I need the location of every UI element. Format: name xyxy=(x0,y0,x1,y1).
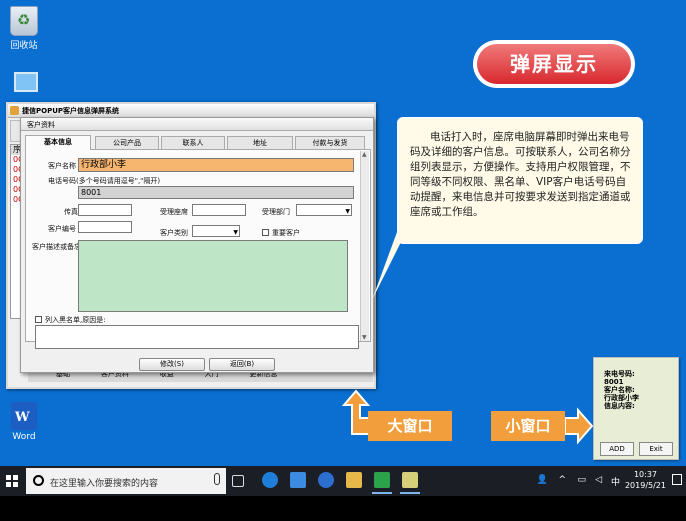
tab-basic-info[interactable]: 基本信息 xyxy=(25,135,91,150)
small-popup-window: 来电号码: 8001 客户名称: 行政部小李 信息内容: ADD Exit xyxy=(593,357,679,460)
screen-bezel xyxy=(0,496,686,521)
add-button[interactable]: ADD xyxy=(600,442,634,456)
windows-start-icon[interactable] xyxy=(6,475,18,487)
small-window-label: 小窗口 xyxy=(491,411,565,441)
clock[interactable]: 10:37 2019/5/21 xyxy=(625,469,666,491)
microphone-icon[interactable] xyxy=(214,473,220,485)
file-explorer-icon[interactable] xyxy=(346,472,362,488)
pointer-arrows xyxy=(341,389,594,445)
caller-number-value: 8001 xyxy=(604,378,624,386)
phone-app-icon[interactable] xyxy=(372,472,392,494)
small-window-info: 来电号码: 8001 客户名称: 行政部小李 信息内容: xyxy=(604,370,639,410)
clock-time: 10:37 xyxy=(633,470,658,479)
edge-icon[interactable] xyxy=(262,472,278,488)
store-icon[interactable] xyxy=(290,472,306,488)
chevron-up-icon[interactable]: ^ xyxy=(558,475,566,485)
info-content-label: 信息内容: xyxy=(604,402,635,410)
taskbar: 在这里输入你要搜索的内容 👤 ^ ▭ ◁ 中 10:37 2019/5/21 xyxy=(0,466,686,496)
task-view-icon[interactable] xyxy=(232,475,244,487)
exit-button[interactable]: Exit xyxy=(639,442,673,456)
arrow-right-icon xyxy=(564,407,594,445)
cortana-icon[interactable] xyxy=(33,475,44,486)
search-placeholder: 在这里输入你要搜索的内容 xyxy=(50,479,159,489)
network-icon[interactable]: ▭ xyxy=(577,475,586,485)
browser-icon[interactable] xyxy=(318,472,334,488)
volume-icon[interactable]: ◁ xyxy=(595,475,602,485)
caller-number-label: 来电号码: xyxy=(604,370,635,378)
notification-icon[interactable] xyxy=(672,474,682,485)
clock-date: 2019/5/21 xyxy=(624,481,666,490)
customer-name-value: 行政部小李 xyxy=(604,394,639,402)
taskbar-search[interactable]: 在这里输入你要搜索的内容 xyxy=(26,468,226,494)
ime-indicator[interactable]: 中 xyxy=(611,475,620,488)
big-window-label: 大窗口 xyxy=(368,411,452,441)
people-icon[interactable]: 👤 xyxy=(537,475,548,485)
customer-name-label: 客户名称: xyxy=(604,386,635,394)
popup-app-icon[interactable] xyxy=(400,472,420,494)
